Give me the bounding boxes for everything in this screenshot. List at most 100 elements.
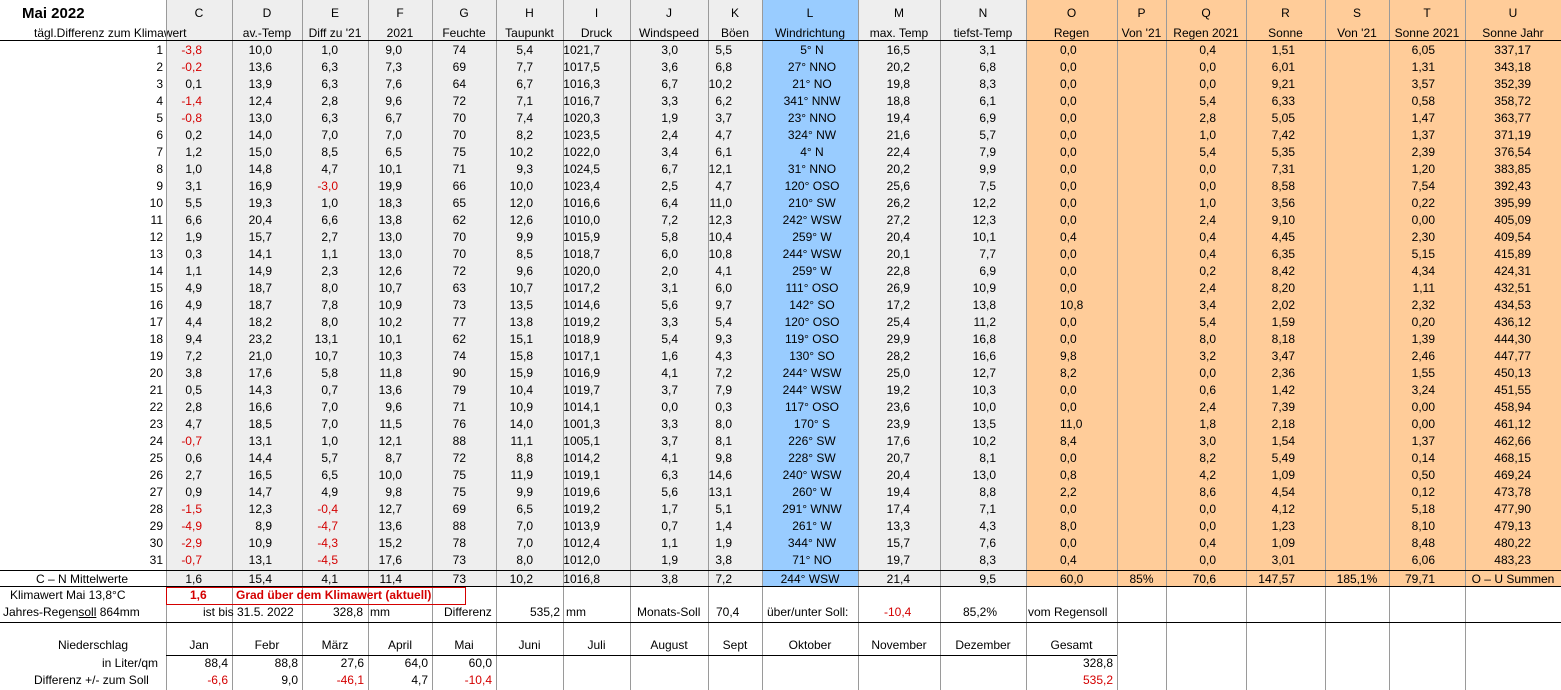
table-cell[interactable] xyxy=(1117,263,1166,280)
table-cell[interactable]: 70 xyxy=(432,246,496,263)
table-cell[interactable] xyxy=(1325,161,1389,178)
table-cell[interactable]: 11,1 xyxy=(496,433,563,450)
table-cell[interactable]: 12,3 xyxy=(940,212,1026,229)
table-cell[interactable]: 15,8 xyxy=(496,348,563,365)
table-cell[interactable]: 15,2 xyxy=(368,535,432,552)
table-cell[interactable]: 0,12 xyxy=(1389,484,1465,501)
table-cell[interactable]: 4,1 xyxy=(630,365,708,382)
table-cell[interactable]: 13,8 xyxy=(940,297,1026,314)
table-cell[interactable]: 0,0 xyxy=(1166,76,1246,93)
table-cell[interactable]: 23,9 xyxy=(858,416,940,433)
table-cell[interactable]: 4,3 xyxy=(940,518,1026,535)
month-diff[interactable] xyxy=(630,672,708,689)
table-cell[interactable]: 358,72 xyxy=(1465,93,1561,110)
row-number[interactable]: 3 xyxy=(0,76,166,93)
table-cell[interactable]: 337,17 xyxy=(1465,42,1561,59)
table-cell[interactable]: 12,3 xyxy=(708,212,762,229)
table-cell[interactable] xyxy=(1325,433,1389,450)
table-cell[interactable]: 4,9 xyxy=(166,297,232,314)
column-letter[interactable]: E xyxy=(302,5,368,22)
table-cell[interactable]: 11,0 xyxy=(1026,416,1117,433)
table-cell[interactable]: 0,0 xyxy=(1166,518,1246,535)
column-letter[interactable]: Q xyxy=(1166,5,1246,22)
row-number[interactable]: 18 xyxy=(0,331,166,348)
table-cell[interactable]: 8,1 xyxy=(940,450,1026,467)
table-cell[interactable]: 10,8 xyxy=(708,246,762,263)
column-letter[interactable]: M xyxy=(858,5,940,22)
table-cell[interactable]: 1,20 xyxy=(1389,161,1465,178)
column-letter[interactable]: L xyxy=(762,5,858,22)
table-cell[interactable]: 4,12 xyxy=(1246,501,1325,518)
table-cell[interactable]: 0,8 xyxy=(1026,467,1117,484)
table-cell[interactable] xyxy=(1325,59,1389,76)
table-cell[interactable] xyxy=(1117,110,1166,127)
table-cell[interactable]: 5,4 xyxy=(1166,314,1246,331)
table-cell[interactable]: 7,0 xyxy=(368,127,432,144)
table-cell[interactable] xyxy=(1117,127,1166,144)
table-cell[interactable]: 9,3 xyxy=(708,331,762,348)
ist-value[interactable]: 328,8 xyxy=(333,604,373,621)
table-cell[interactable]: 7,8 xyxy=(302,297,368,314)
table-cell[interactable]: 14,9 xyxy=(232,263,302,280)
table-cell[interactable]: 1,1 xyxy=(166,263,232,280)
table-cell[interactable]: 10,7 xyxy=(496,280,563,297)
table-cell[interactable]: 0,20 xyxy=(1389,314,1465,331)
table-cell[interactable]: 10,9 xyxy=(496,399,563,416)
month-value[interactable]: 328,8 xyxy=(1026,655,1117,672)
table-cell[interactable]: 19,7 xyxy=(858,552,940,569)
table-cell[interactable]: 1019,2 xyxy=(563,314,630,331)
table-cell[interactable]: 13,6 xyxy=(368,382,432,399)
table-cell[interactable] xyxy=(1117,161,1166,178)
table-cell[interactable]: 2,4 xyxy=(1166,280,1246,297)
table-cell[interactable]: 119° OSO xyxy=(762,331,858,348)
table-cell[interactable]: 9,7 xyxy=(708,297,762,314)
row-number[interactable]: 31 xyxy=(0,552,166,569)
column-letter[interactable]: C xyxy=(166,5,232,22)
table-cell[interactable]: 0,7 xyxy=(302,382,368,399)
table-cell[interactable]: 10,0 xyxy=(940,399,1026,416)
table-cell[interactable]: 8,0 xyxy=(1026,518,1117,535)
table-cell[interactable]: 5,15 xyxy=(1389,246,1465,263)
table-cell[interactable]: 8,5 xyxy=(302,144,368,161)
table-cell[interactable]: 0,5 xyxy=(166,382,232,399)
table-cell[interactable] xyxy=(1325,212,1389,229)
table-cell[interactable]: 7,2 xyxy=(708,365,762,382)
table-cell[interactable]: 0,0 xyxy=(1166,59,1246,76)
table-cell[interactable]: 8,18 xyxy=(1246,331,1325,348)
table-cell[interactable]: 2,5 xyxy=(630,178,708,195)
table-cell[interactable]: 10,2 xyxy=(708,76,762,93)
table-cell[interactable] xyxy=(1117,314,1166,331)
table-cell[interactable]: 15,0 xyxy=(232,144,302,161)
table-cell[interactable]: 8,0 xyxy=(302,314,368,331)
table-cell[interactable]: 458,94 xyxy=(1465,399,1561,416)
table-cell[interactable]: 6,3 xyxy=(302,59,368,76)
table-cell[interactable] xyxy=(1325,178,1389,195)
table-cell[interactable] xyxy=(1117,382,1166,399)
table-cell[interactable]: 5,49 xyxy=(1246,450,1325,467)
table-cell[interactable]: 226° SW xyxy=(762,433,858,450)
table-cell[interactable]: 1019,7 xyxy=(563,382,630,399)
table-cell[interactable]: 8,2 xyxy=(1166,450,1246,467)
table-cell[interactable]: 4,9 xyxy=(302,484,368,501)
table-cell[interactable]: 13,3 xyxy=(858,518,940,535)
table-cell[interactable]: 1020,0 xyxy=(563,263,630,280)
ueber-unter-value[interactable]: -10,4 xyxy=(884,604,924,621)
table-cell[interactable]: 20,1 xyxy=(858,246,940,263)
table-cell[interactable]: 65 xyxy=(432,195,496,212)
table-cell[interactable]: 6,6 xyxy=(302,212,368,229)
table-cell[interactable]: 13,5 xyxy=(496,297,563,314)
table-cell[interactable]: 2,18 xyxy=(1246,416,1325,433)
table-cell[interactable]: 8,2 xyxy=(1026,365,1117,382)
table-cell[interactable]: 1016,6 xyxy=(563,195,630,212)
table-cell[interactable] xyxy=(1325,382,1389,399)
table-cell[interactable] xyxy=(1325,297,1389,314)
table-cell[interactable]: 4,7 xyxy=(708,178,762,195)
table-cell[interactable] xyxy=(1117,433,1166,450)
table-cell[interactable]: 13,0 xyxy=(368,229,432,246)
table-cell[interactable]: 1,11 xyxy=(1389,280,1465,297)
row-number[interactable]: 30 xyxy=(0,535,166,552)
table-cell[interactable] xyxy=(1117,93,1166,110)
table-cell[interactable]: 434,53 xyxy=(1465,297,1561,314)
table-cell[interactable]: 0,14 xyxy=(1389,450,1465,467)
table-cell[interactable]: 5° N xyxy=(762,42,858,59)
